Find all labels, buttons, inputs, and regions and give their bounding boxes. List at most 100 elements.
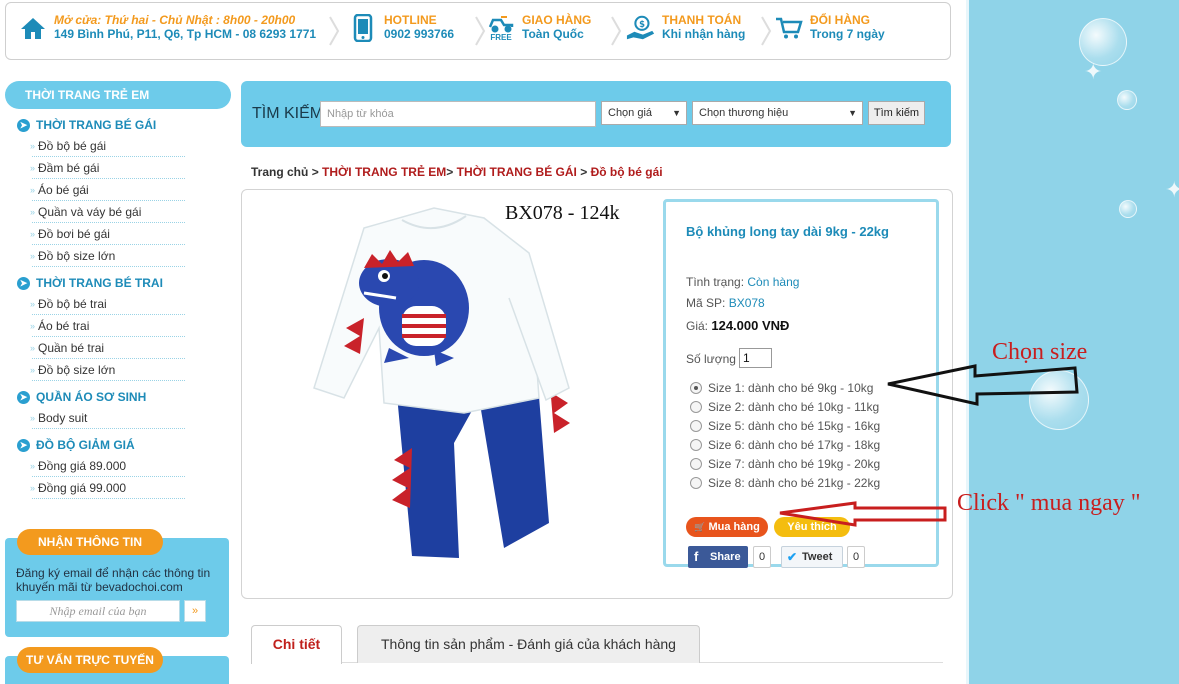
product-price: Giá: 124.000 VNĐ [686,318,790,333]
size-option[interactable]: Size 7: dành cho bé 19kg - 20kg [690,455,880,472]
category-title[interactable]: ➤ ĐỒ BỘ GIẢM GIÁ [5,435,231,455]
consult-box: TƯ VẤN TRỰC TUYẾN [5,647,229,684]
product-image[interactable] [284,198,584,568]
delivery-icon: FREE [486,13,516,43]
facebook-share-button[interactable]: f Share [688,546,748,568]
hotline: HOTLINE 0902 993766 [348,13,454,43]
svg-text:$: $ [639,19,645,29]
breadcrumb-item[interactable]: THỜI TRANG TRẺ EM [322,165,446,179]
sidebar-item[interactable]: Đồ bộ bé gái [30,135,185,157]
size-option[interactable]: Size 8: dành cho bé 21kg - 22kg [690,474,880,491]
shipping-info: FREE GIAO HÀNG Toàn Quốc [486,13,591,43]
product-title: Bộ khủng long tay dài 9kg - 22kg [686,224,889,239]
breadcrumb: Trang chủ > THỜI TRANG TRẺ EM> THỜI TRAN… [251,165,663,179]
size-option[interactable]: Size 2: dành cho bé 10kg - 11kg [690,398,879,415]
bubble-decoration [1079,18,1127,66]
sidebar-item[interactable]: Đồ bơi bé gái [30,223,185,245]
search-label: TÌM KIẾM [252,105,324,122]
twitter-bird-icon: ✔ [787,550,798,564]
arrow-right-icon: ➤ [17,118,30,132]
arrow-right-icon: ➤ [17,276,30,290]
price-select[interactable]: Chọn giá ▼ [601,101,687,125]
buy-button[interactable]: 🛒 Mua hàng [686,517,768,537]
product-panel: BX078 - 124k Bộ khủng long tay dài 9kg -… [241,189,953,599]
consult-title[interactable]: TƯ VẤN TRỰC TUYẾN [17,647,163,673]
shipping-sub: Toàn Quốc [522,27,584,41]
stock-status: Tình trạng: Còn hàng [686,275,800,289]
product-caption: BX078 - 124k [505,202,620,224]
breadcrumb-item[interactable]: THỜI TRANG BÉ GÁI [457,165,577,179]
arrow-right-icon: ➤ [17,390,30,404]
size-option[interactable]: Size 5: dành cho bé 15kg - 16kg [690,417,880,434]
newsletter-text: Đăng ký email để nhận các thông tin khuy… [16,566,211,594]
breadcrumb-current[interactable]: Đồ bộ bé gái [591,165,663,179]
exchange-info: ĐỔI HÀNG Trong 7 ngày [774,13,885,43]
payment-info: $ THANH TOÁN Khi nhận hàng [626,13,745,43]
radio-selected-icon[interactable] [690,381,702,394]
bubble-decoration [1119,200,1137,218]
radio-icon[interactable] [690,419,702,432]
free-badge: FREE [490,32,512,42]
sidebar-item[interactable]: Body suit [30,407,185,429]
separator-chevron [611,16,622,46]
phone-icon [348,13,378,43]
exchange-sub: Trong 7 ngày [810,27,885,41]
bubble-decoration [1117,90,1137,110]
sidebar-item[interactable]: Áo bé trai [30,315,185,337]
category-girls: ➤THỜI TRANG BÉ GÁI Đồ bộ bé gái Đầm bé g… [5,115,231,267]
category-sale: ➤ĐỒ BỘ GIẢM GIÁ Đồng giá 89.000 Đồng giá… [5,435,231,499]
size-option[interactable]: Size 6: dành cho bé 17kg - 18kg [690,436,880,453]
sidebar-item[interactable]: Đồ bộ size lớn [30,359,185,381]
search-button[interactable]: Tìm kiếm [868,101,925,125]
category-title[interactable]: ➤ THỜI TRANG BÉ GÁI [5,115,231,135]
sidebar-item[interactable]: Quần và váy bé gái [30,201,185,223]
separator-chevron [475,16,486,46]
breadcrumb-sep: > [580,165,588,179]
sidebar-item[interactable]: Đồng giá 99.000 [30,477,185,499]
size-annotation: Chọn size [992,339,1088,365]
store-hours-text: Mở cửa: Thứ hai - Chủ Nhật : 8h00 - 20h0… [54,13,296,27]
shipping-label: GIAO HÀNG [522,13,592,27]
quantity-input[interactable]: 1 [739,348,772,368]
product-tabs: Chi tiết Thông tin sản phẩm - Đánh giá c… [251,625,943,664]
breadcrumb-sep: > [446,165,454,179]
tab-reviews[interactable]: Thông tin sản phẩm - Đánh giá của khách … [357,625,700,663]
sidebar-item[interactable]: Đồ bộ size lớn [30,245,185,267]
sidebar-item[interactable]: Quần bé trai [30,337,185,359]
sidebar-item[interactable]: Đầm bé gái [30,157,185,179]
subscribe-button[interactable]: » [184,600,206,622]
sidebar-item[interactable]: Đồ bộ bé trai [30,293,185,315]
product-info-box: Bộ khủng long tay dài 9kg - 22kg Tình tr… [663,199,939,568]
store-address: 149 Bình Phú, P11, Q6, Tp HCM - 08 6293 … [54,27,317,41]
breadcrumb-sep: > [311,165,319,179]
hotline-number[interactable]: 0902 993766 [384,27,454,42]
sidebar-item[interactable]: Đồng giá 89.000 [30,455,185,477]
brand-select[interactable]: Chọn thương hiệu ▼ [692,101,863,125]
facebook-icon: f [694,549,699,564]
separator-chevron [761,16,772,46]
category-sidebar: THỜI TRANG TRẺ EM ➤THỜI TRANG BÉ GÁI Đồ … [5,81,231,499]
tab-details[interactable]: Chi tiết [251,625,342,664]
share-count: 0 [753,546,771,568]
radio-icon[interactable] [690,400,702,413]
radio-icon[interactable] [690,438,702,451]
category-title[interactable]: ➤ QUẦN ÁO SƠ SINH [5,387,231,407]
exchange-label: ĐỔI HÀNG [810,13,870,27]
size-option[interactable]: Size 1: dành cho bé 9kg - 10kg [690,379,873,396]
quantity-label: Số lượng [686,352,736,366]
tweet-button[interactable]: ✔ Tweet [781,546,843,568]
dropdown-arrow-icon: ▼ [848,108,857,118]
category-title[interactable]: ➤ THỜI TRANG BÉ TRAI [5,273,231,293]
search-input[interactable]: Nhập từ khóa [320,101,596,127]
category-newborn: ➤QUẦN ÁO SƠ SINH Body suit [5,387,231,429]
sidebar-heading[interactable]: THỜI TRANG TRẺ EM [5,81,231,109]
email-field[interactable]: Nhập email của bạn [16,600,180,622]
favorite-button[interactable]: Yêu thích [774,517,850,537]
radio-icon[interactable] [690,457,702,470]
breadcrumb-home[interactable]: Trang chủ [251,165,308,179]
dropdown-arrow-icon: ▼ [672,108,681,118]
hotline-label: HOTLINE [384,13,437,27]
payment-hand-icon: $ [626,13,656,43]
radio-icon[interactable] [690,476,702,489]
sidebar-item[interactable]: Áo bé gái [30,179,185,201]
